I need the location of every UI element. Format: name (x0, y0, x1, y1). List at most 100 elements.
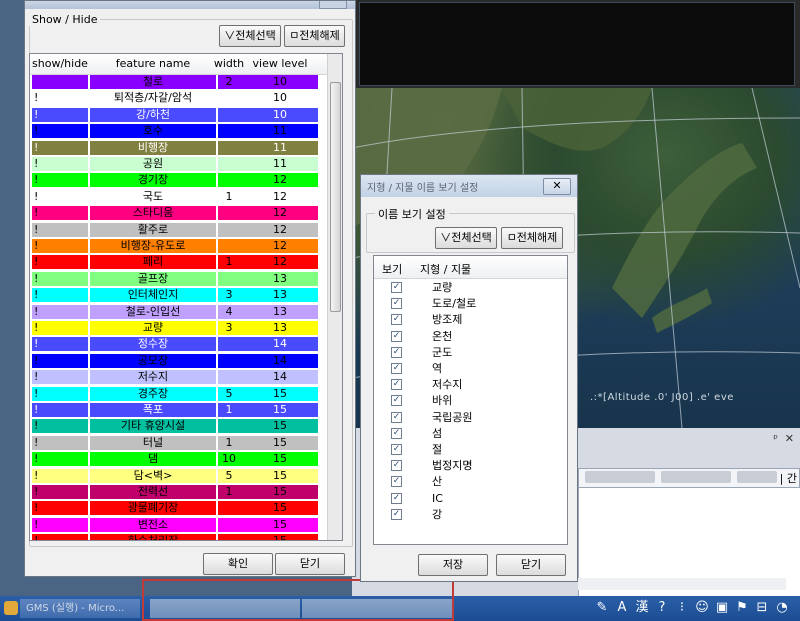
checkbox[interactable]: ✓ (391, 444, 402, 455)
list-item[interactable]: ✓ 저수지 (374, 377, 567, 393)
table-row[interactable]: ! 철로-인입선 4 13 (30, 304, 342, 320)
list-item[interactable]: ✓ 바위 (374, 393, 567, 409)
list-item[interactable]: ✓ 도로/철로 (374, 296, 567, 312)
list-item[interactable]: ✓ IC (374, 491, 567, 507)
table-row[interactable]: ! 퇴적층/자갈/암석 10 (30, 90, 342, 106)
table-row[interactable]: ! 활주로 12 (30, 222, 342, 238)
checkbox[interactable]: ✓ (391, 282, 402, 293)
table-row[interactable]: ! 국도 1 12 (30, 189, 342, 205)
save-button[interactable]: 저장 (418, 554, 488, 576)
table-row[interactable]: 철로 2 10 (30, 74, 342, 90)
width-cell (218, 369, 240, 385)
list-item[interactable]: ✓ 교량 (374, 280, 567, 296)
select-all-button[interactable]: ∨전체선택 (435, 227, 497, 249)
tray-icon[interactable]: 漢 (634, 600, 650, 616)
tray-icon[interactable]: ⁝ (674, 600, 690, 616)
checkbox[interactable]: ✓ (391, 346, 402, 358)
show-hide-cell: ! (34, 353, 39, 367)
table-row[interactable]: ! 하수처리장 15 (30, 533, 342, 540)
checkbox[interactable]: ✓ (391, 379, 402, 391)
checkbox[interactable]: ✓ (391, 508, 402, 520)
list-item[interactable]: ✓ 절 (374, 442, 567, 458)
pin-icon[interactable]: ᵖ (773, 432, 778, 445)
tray-icon[interactable]: ⚑ (734, 600, 750, 616)
tab-2[interactable] (661, 471, 731, 483)
column-header-view-level[interactable]: view level (242, 57, 318, 70)
horizontal-scrollbar[interactable] (578, 578, 786, 590)
table-row[interactable]: ! 공원 11 (30, 156, 342, 172)
tab-3[interactable] (737, 471, 777, 483)
close-button[interactable] (319, 1, 347, 9)
tray-icon[interactable]: ▣ (714, 600, 730, 616)
checkbox[interactable]: ✓ (391, 330, 402, 342)
taskbar-item-gms[interactable]: GMS (실행) - Micro... (20, 599, 140, 618)
deselect-all-button[interactable]: ㅁ전체해제 (284, 25, 345, 47)
table-row[interactable]: ! 담<벽> 5 15 (30, 468, 342, 484)
deselect-all-button[interactable]: ㅁ전체해제 (501, 227, 563, 249)
table-row[interactable]: ! 전력선 1 15 (30, 484, 342, 500)
close-icon[interactable]: ✕ (785, 432, 794, 445)
table-row[interactable]: ! 공모장 14 (30, 353, 342, 369)
close-button-bottom[interactable]: 닫기 (496, 554, 566, 576)
list-item[interactable]: ✓ 법정지명 (374, 458, 567, 474)
tray-icon[interactable]: ☺ (694, 600, 710, 616)
view-level-cell: 13 (273, 271, 287, 285)
table-row[interactable]: ! 광물폐기장 15 (30, 500, 342, 516)
column-header-view[interactable]: 보기 (382, 261, 402, 277)
table-row[interactable]: ! 저수지 14 (30, 369, 342, 385)
table-row[interactable]: ! 폭포 1 15 (30, 402, 342, 418)
checkbox[interactable]: ✓ (391, 492, 402, 504)
tray-icon[interactable]: ✎ (594, 600, 610, 616)
table-row[interactable]: ! 정수장 14 (30, 336, 342, 352)
show-hide-cell: ! (34, 255, 39, 269)
checkbox[interactable]: ✓ (391, 363, 402, 374)
table-row[interactable]: ! 경기장 12 (30, 172, 342, 188)
checkbox[interactable]: ✓ (391, 395, 402, 407)
list-item[interactable]: ✓ 섬 (374, 426, 567, 442)
table-row[interactable]: ! 터널 1 15 (30, 435, 342, 451)
checkbox[interactable]: ✓ (391, 427, 402, 439)
checkbox[interactable]: ✓ (391, 460, 402, 472)
table-row[interactable]: ! 강/하천 10 (30, 107, 342, 123)
checkbox[interactable]: ✓ (391, 476, 402, 488)
tab-1[interactable] (585, 471, 655, 483)
checkbox[interactable]: ✓ (391, 411, 402, 423)
column-header-feature[interactable]: 지형 / 지물 (420, 261, 471, 277)
tray-icon[interactable]: ? (654, 600, 670, 616)
table-row[interactable]: ! 교량 3 13 (30, 320, 342, 336)
taskbar-app-icon[interactable] (4, 601, 18, 615)
table-row[interactable]: ! 인터체인지 3 13 (30, 287, 342, 303)
table-row[interactable]: ! 경주장 5 15 (30, 386, 342, 402)
vertical-scrollbar[interactable] (327, 54, 342, 540)
list-item[interactable]: ✓ 역 (374, 361, 567, 377)
close-icon[interactable]: ✕ (543, 178, 571, 195)
list-item[interactable]: ✓ 국립공원 (374, 410, 567, 426)
table-row[interactable]: ! 비행장-유도로 12 (30, 238, 342, 254)
column-header-feature-name[interactable]: feature name (90, 57, 216, 70)
checkbox[interactable]: ✓ (391, 298, 402, 310)
select-all-button[interactable]: ∨전체선택 (219, 25, 281, 47)
view-level-cell: 11 (273, 124, 287, 138)
list-item[interactable]: ✓ 군도 (374, 345, 567, 361)
table-row[interactable]: ! 변전소 15 (30, 517, 342, 533)
list-item[interactable]: ✓ 산 (374, 474, 567, 490)
table-row[interactable]: ! 기타 휴양시설 15 (30, 418, 342, 434)
table-row[interactable]: ! 페리 1 12 (30, 254, 342, 270)
table-row[interactable]: ! 스타디움 12 (30, 205, 342, 221)
scrollbar-thumb[interactable] (330, 82, 341, 312)
checkbox[interactable]: ✓ (391, 314, 402, 326)
table-row[interactable]: ! 호수 11 (30, 123, 342, 139)
tray-icon[interactable]: A (614, 600, 630, 616)
list-item[interactable]: ✓ 온천 (374, 329, 567, 345)
list-item[interactable]: ✓ 방조제 (374, 312, 567, 328)
table-row[interactable]: ! 댐 10 15 (30, 451, 342, 467)
column-header-show-hide[interactable]: show/hide (32, 57, 88, 70)
tray-icon[interactable]: ⊟ (754, 600, 770, 616)
ok-button[interactable]: 확인 (203, 553, 273, 575)
list-item[interactable]: ✓ 강 (374, 507, 567, 523)
tray-icon[interactable]: ◔ (774, 600, 790, 616)
close-button-bottom[interactable]: 닫기 (275, 553, 345, 575)
table-row[interactable]: ! 골프장 13 (30, 271, 342, 287)
tab-label[interactable]: | 간 (780, 470, 797, 486)
table-row[interactable]: ! 비행장 11 (30, 140, 342, 156)
